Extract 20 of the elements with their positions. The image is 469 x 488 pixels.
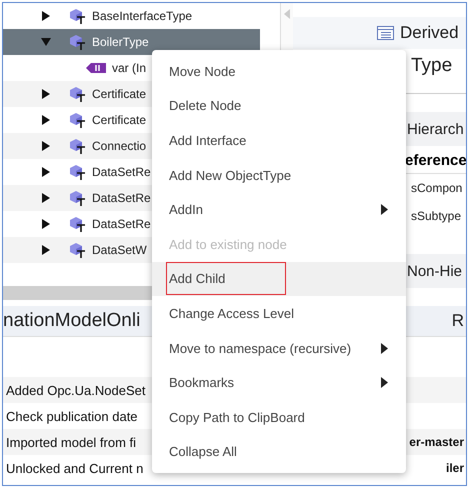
tree-label: Certificate xyxy=(92,113,146,127)
tree-label: Connectio xyxy=(92,139,146,153)
tree-label: DataSetRe xyxy=(92,217,151,231)
log-message: Check publication date xyxy=(6,408,138,424)
log-message: Imported model from fi xyxy=(6,434,136,450)
tree-label: DataSetW xyxy=(92,243,147,257)
log-message: Unlocked and Current n xyxy=(6,460,144,476)
tree-label: BaseInterfaceType xyxy=(92,9,192,23)
table-cell: sSubtype xyxy=(411,209,462,223)
column-header: R xyxy=(452,311,464,331)
log-message: Added Opc.Ua.NodeSet xyxy=(6,382,146,398)
tree-label: DataSetRe xyxy=(92,165,151,179)
tree-label: DataSetRe xyxy=(92,191,151,205)
tree-label: Certificate xyxy=(92,87,146,101)
panel-title: nationModelOnli xyxy=(3,310,140,332)
log-detail: er-master xyxy=(409,435,464,449)
table-cell: sCompon xyxy=(411,181,462,195)
tree-label: BoilerType xyxy=(92,35,149,49)
tree-label: var (In xyxy=(112,61,146,75)
log-detail: iler xyxy=(446,461,464,475)
